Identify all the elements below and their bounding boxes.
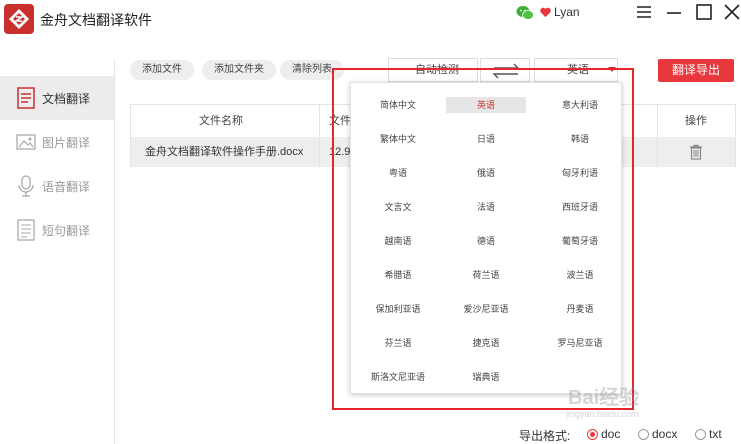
text-icon — [17, 219, 35, 241]
language-option[interactable]: 波兰语 — [540, 267, 620, 283]
format-option-doc[interactable]: doc — [601, 427, 620, 441]
target-language-select[interactable]: 英语 — [534, 58, 618, 82]
language-option[interactable]: 希腊语 — [358, 267, 438, 283]
menu-icon[interactable] — [634, 2, 654, 22]
column-header-size: 文件 — [329, 115, 351, 127]
watermark-subtext: jingyan.baidu.com — [565, 409, 639, 419]
sidebar-item-document-translate[interactable]: 文档翻译 — [0, 76, 114, 120]
sidebar-item-label: 文档翻译 — [42, 92, 91, 106]
baidu-jingyan-watermark: Bai经验 jingyan.baidu.com — [565, 385, 639, 419]
close-icon[interactable] — [722, 2, 741, 22]
language-option[interactable]: 保加利亚语 — [358, 301, 438, 317]
add-folder-button[interactable]: 添加文件夹 — [202, 60, 276, 80]
title-bar: 金舟文档翻译软件 Lyan — [0, 0, 741, 38]
format-radio-txt[interactable] — [695, 429, 706, 440]
language-option[interactable]: 英语 — [446, 97, 526, 113]
format-option-txt[interactable]: txt — [709, 427, 722, 441]
minimize-icon[interactable] — [664, 2, 684, 22]
language-option[interactable]: 文言文 — [358, 199, 438, 215]
language-option[interactable]: 法语 — [446, 199, 526, 215]
language-option[interactable]: 简体中文 — [358, 97, 438, 113]
watermark-text: Bai经验 — [568, 385, 639, 409]
chevron-down-icon[interactable] — [608, 67, 616, 72]
language-dropdown: 简体中文 英语 意大利语繁体中文 日语 韩语粤语 俄语 匈牙利语文言文 法语 西班牙语越南语 德语… — [350, 82, 622, 394]
export-format-label: 导出格式: — [519, 429, 571, 443]
wechat-icon[interactable] — [516, 5, 534, 21]
translate-export-button[interactable]: 翻译导出 — [658, 59, 734, 82]
format-option-docx[interactable]: docx — [652, 427, 677, 441]
sidebar: 文档翻译 图片翻译 语音翻译 短句翻译 — [0, 60, 115, 444]
sidebar-item-label: 语音翻译 — [42, 180, 91, 194]
column-divider — [319, 105, 320, 168]
swap-icon — [492, 63, 520, 79]
language-option[interactable]: 罗马尼亚语 — [540, 335, 620, 351]
sidebar-item-label: 图片翻译 — [42, 136, 91, 150]
language-option[interactable]: 荷兰语 — [446, 267, 526, 283]
swap-languages-button[interactable] — [480, 58, 530, 82]
file-size-cell: 12.9 — [329, 146, 351, 158]
app-title: 金舟文档翻译软件 — [40, 12, 152, 28]
language-option[interactable]: 意大利语 — [540, 97, 620, 113]
app-logo-icon — [4, 4, 34, 34]
sidebar-item-sentence-translate[interactable]: 短句翻译 — [0, 208, 114, 252]
add-file-button[interactable]: 添加文件 — [130, 60, 194, 80]
maximize-icon[interactable] — [694, 2, 714, 22]
language-option[interactable]: 匈牙利语 — [540, 165, 620, 181]
sidebar-item-voice-translate[interactable]: 语音翻译 — [0, 164, 114, 208]
username[interactable]: Lyan — [554, 5, 580, 19]
format-radio-docx[interactable] — [638, 429, 649, 440]
microphone-icon — [18, 175, 34, 197]
language-option[interactable]: 丹麦语 — [540, 301, 620, 317]
image-icon — [16, 134, 36, 150]
clear-list-button[interactable]: 清除列表 — [280, 60, 344, 80]
language-option[interactable]: 德语 — [446, 233, 526, 249]
language-option[interactable]: 韩语 — [540, 131, 620, 147]
language-option[interactable]: 瑞典语 — [446, 369, 526, 385]
language-option[interactable]: 斯洛文尼亚语 — [358, 369, 438, 385]
vip-heart-icon — [540, 7, 551, 18]
sidebar-item-label: 短句翻译 — [42, 224, 91, 238]
language-option[interactable]: 爱沙尼亚语 — [446, 301, 526, 317]
language-option[interactable]: 粤语 — [358, 165, 438, 181]
language-option[interactable]: 捷克语 — [446, 335, 526, 351]
language-option[interactable]: 俄语 — [446, 165, 526, 181]
app-window: 金舟文档翻译软件 Lyan 文档翻译 图片翻译 语音翻译 短句翻译 添加文件 添… — [0, 0, 741, 444]
trash-icon[interactable] — [688, 144, 704, 160]
column-header-action: 操作 — [685, 115, 707, 127]
format-radio-doc[interactable] — [587, 429, 598, 440]
language-option[interactable]: 繁体中文 — [358, 131, 438, 147]
column-header-name: 文件名称 — [199, 115, 243, 127]
language-option[interactable]: 芬兰语 — [358, 335, 438, 351]
document-icon — [17, 87, 35, 109]
source-language-select[interactable]: 自动检测 — [388, 58, 478, 82]
column-divider — [657, 105, 658, 168]
language-option[interactable]: 越南语 — [358, 233, 438, 249]
language-option[interactable]: 西班牙语 — [540, 199, 620, 215]
language-option[interactable]: 日语 — [446, 131, 526, 147]
language-option[interactable]: 葡萄牙语 — [540, 233, 620, 249]
sidebar-item-image-translate[interactable]: 图片翻译 — [0, 120, 114, 164]
file-name-cell: 金舟文档翻译软件操作手册.docx — [145, 146, 304, 158]
